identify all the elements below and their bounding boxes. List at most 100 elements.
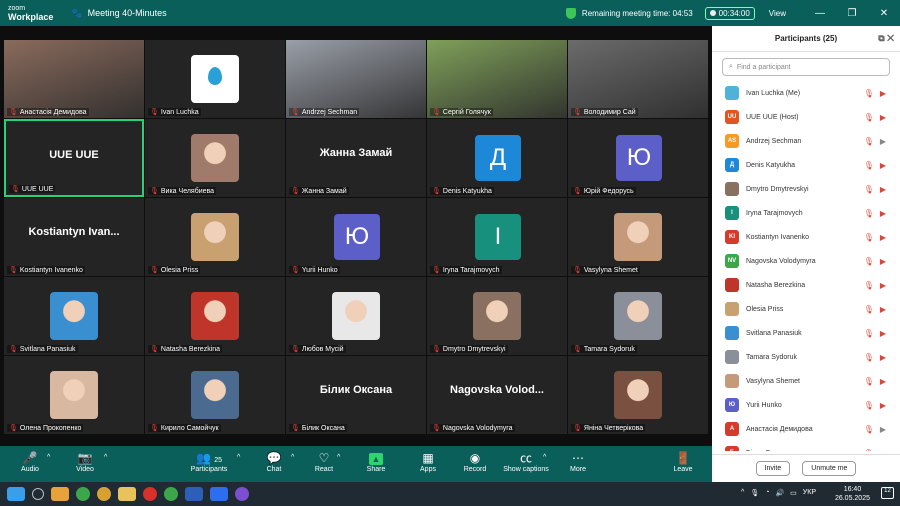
video-tile[interactable]: 🎙 Яніна Четверікова <box>568 356 708 434</box>
view-button[interactable]: View <box>769 9 786 18</box>
video-tile[interactable]: 🎙 Olesia Priss <box>145 198 285 276</box>
participant-status-icons: 🎙▶ <box>864 353 886 362</box>
restore-icon[interactable]: ❐ <box>836 8 868 19</box>
video-tile[interactable]: 🎙 Dmytro Dmytrevskyi <box>427 277 567 355</box>
chat-chevron-icon[interactable]: ^ <box>291 454 294 461</box>
mic-muted-icon: 🎙 <box>291 267 300 274</box>
participant-row[interactable]: А Анастасія Демидова 🎙 ▶ <box>712 417 900 441</box>
video-button[interactable]: 📷 Video <box>63 450 107 473</box>
participant-row[interactable]: KI Kostiantyn Ivanenko 🎙 ▶ <box>712 225 900 249</box>
leave-button[interactable]: 🚪 Leave <box>661 450 705 473</box>
participant-row[interactable]: Ю Yurii Hunko 🎙 ▶ <box>712 393 900 417</box>
participants-button[interactable]: 👥 25 Participants <box>186 450 232 473</box>
zoom-icon[interactable] <box>210 487 228 501</box>
search-taskbar-icon[interactable] <box>32 488 44 500</box>
participant-row[interactable]: Natasha Berezkina 🎙 ▶ <box>712 273 900 297</box>
react-chevron-icon[interactable]: ^ <box>337 454 340 461</box>
participant-row[interactable]: NV Nagovska Volodymyra 🎙 ▶ <box>712 249 900 273</box>
video-tile[interactable]: 🎙 Natasha Berezkina <box>145 277 285 355</box>
apps-label: Apps <box>420 466 436 473</box>
video-tile[interactable]: 🎙 Сергій Голячук <box>427 40 567 118</box>
clock[interactable]: 16:40 26.05.2025 <box>835 485 870 503</box>
video-tile[interactable]: 🎙 Ivan Luchka <box>145 40 285 118</box>
video-tile[interactable]: 🎙 Tamara Sydoruk <box>568 277 708 355</box>
participant-status-icons: 🎙▶ <box>864 329 886 338</box>
minimize-icon[interactable]: — <box>804 8 836 19</box>
participant-avatar <box>725 350 739 364</box>
viber-icon[interactable] <box>235 487 249 501</box>
video-tile[interactable]: 🎙 Vasylyna Shemet <box>568 198 708 276</box>
tile-name-label: 🎙 Олена Прокопенко <box>7 424 84 432</box>
participant-row[interactable]: Vasylyna Shemet 🎙 ▶ <box>712 369 900 393</box>
apps-button[interactable]: ▦ Apps <box>406 450 450 473</box>
notifications-badge[interactable]: 12 <box>881 487 894 499</box>
audio-chevron-icon[interactable]: ^ <box>47 454 50 461</box>
camera-off-icon: ▶ <box>880 449 886 452</box>
video-tile[interactable]: 🎙 Олена Прокопенко <box>4 356 144 434</box>
security-shield-icon[interactable] <box>565 7 576 19</box>
volume-icon[interactable]: 🔊 <box>775 489 784 497</box>
video-gallery: 🎙 Анастасія Демидова 🎙 Ivan Luchka 🎙 Andrzej … <box>0 26 712 446</box>
windows-start-icon[interactable] <box>7 487 25 501</box>
video-tile[interactable]: Nagovska Volod... 🎙 Nagovska Volodymyra <box>427 356 567 434</box>
video-tile[interactable]: 🎙 Анастасія Демидова <box>4 40 144 118</box>
mic-tray-icon[interactable]: 🎙 <box>750 489 759 497</box>
participant-avatar: NV <box>725 254 739 268</box>
profile-photo <box>614 213 662 261</box>
tile-display-name: Kostiantyn Ivan... <box>28 226 120 238</box>
participant-name: Володимир Сай <box>583 108 636 116</box>
language-indicator[interactable]: УКР <box>803 489 816 497</box>
file-explorer-icon[interactable] <box>118 487 136 501</box>
participant-row[interactable]: Dmytro Dmytrevskyi 🎙 ▶ <box>712 177 900 201</box>
participant-status-icons: 🎙▶ <box>864 209 886 218</box>
chrome-icon-2[interactable] <box>164 487 178 501</box>
captions-chevron-icon[interactable]: ^ <box>543 454 546 461</box>
video-chevron-icon[interactable]: ^ <box>104 454 107 461</box>
unmute-me-button[interactable]: Unmute me <box>802 461 857 476</box>
panel-title: Participants (25) <box>774 34 838 43</box>
view-label: View <box>768 8 786 18</box>
battery-icon[interactable]: ▭ <box>790 489 797 497</box>
participant-row[interactable]: Svitlana Panasiuk 🎙 ▶ <box>712 321 900 345</box>
participant-row[interactable]: Tamara Sydoruk 🎙 ▶ <box>712 345 900 369</box>
video-tile[interactable]: Жанна Замай 🎙 Жанна Замай <box>286 119 426 197</box>
video-tile[interactable]: Ю 🎙 Юрій Федорусь <box>568 119 708 197</box>
video-tile[interactable]: Білик Оксана 🎙 Білик Оксана <box>286 356 426 434</box>
browser-icon[interactable] <box>97 487 111 501</box>
participant-row[interactable]: UU UUE UUE (Host) 🎙 ▶ <box>712 105 900 129</box>
participant-row[interactable]: Olesia Priss 🎙 ▶ <box>712 297 900 321</box>
video-tile[interactable]: Ю 🎙 Yurii Hunko <box>286 198 426 276</box>
participant-row[interactable]: AS Andrzej Sechman 🎙 ▶ <box>712 129 900 153</box>
chrome-icon[interactable] <box>76 487 90 501</box>
audio-button[interactable]: 🎤 Audio <box>8 450 52 473</box>
video-tile[interactable]: 🎙 Svitlana Panasiuk <box>4 277 144 355</box>
close-icon[interactable]: ✕ <box>868 8 900 19</box>
video-tile[interactable]: І 🎙 Iryna Tarajmovych <box>427 198 567 276</box>
video-tile[interactable]: 🎙 Володимир Сай <box>568 40 708 118</box>
chevron-up-icon[interactable]: ^ <box>741 489 744 497</box>
participants-chevron-icon[interactable]: ^ <box>237 454 240 461</box>
participant-row[interactable]: Ivan Luchka (Me) 🎙 ▶ <box>712 81 900 105</box>
participant-list-name: Olesia Priss <box>746 305 784 313</box>
video-tile[interactable]: 🎙 Кирило Самойчук <box>145 356 285 434</box>
video-tile[interactable]: Д 🎙 Denis Katyukha <box>427 119 567 197</box>
more-button[interactable]: ⋯ More <box>556 450 600 473</box>
chat-button[interactable]: 💬 Chat <box>252 450 296 473</box>
word-icon[interactable] <box>185 487 203 501</box>
invite-button[interactable]: Invite <box>755 461 791 476</box>
share-button[interactable]: ▲ Share <box>354 450 398 473</box>
video-tile[interactable]: 🎙 Вика Челябиева <box>145 119 285 197</box>
opera-icon[interactable] <box>143 487 157 501</box>
participant-search-input[interactable]: ⌕ Find a participant <box>722 58 890 76</box>
video-tile[interactable]: UUE UUE 🎙 UUE UUE <box>4 119 144 197</box>
record-button[interactable]: ◉ Record <box>453 450 497 473</box>
copilot-icon[interactable] <box>51 487 69 501</box>
video-tile[interactable]: Kostiantyn Ivan... 🎙 Kostiantyn Ivanenko <box>4 198 144 276</box>
video-tile[interactable]: 🎙 Andrzej Sechman <box>286 40 426 118</box>
popout-close-icons[interactable]: ⧉ ✕ <box>878 33 894 44</box>
video-tile[interactable]: 🎙 Любов Мусій <box>286 277 426 355</box>
participant-row[interactable]: І Iryna Tarajmovych 🎙 ▶ <box>712 201 900 225</box>
participant-row[interactable]: Д Denis Katyukha 🎙 ▶ <box>712 153 900 177</box>
participant-row[interactable]: ББілик Оксана🎙▶ <box>712 441 900 451</box>
wifi-icon[interactable]: ◔ <box>765 489 769 497</box>
